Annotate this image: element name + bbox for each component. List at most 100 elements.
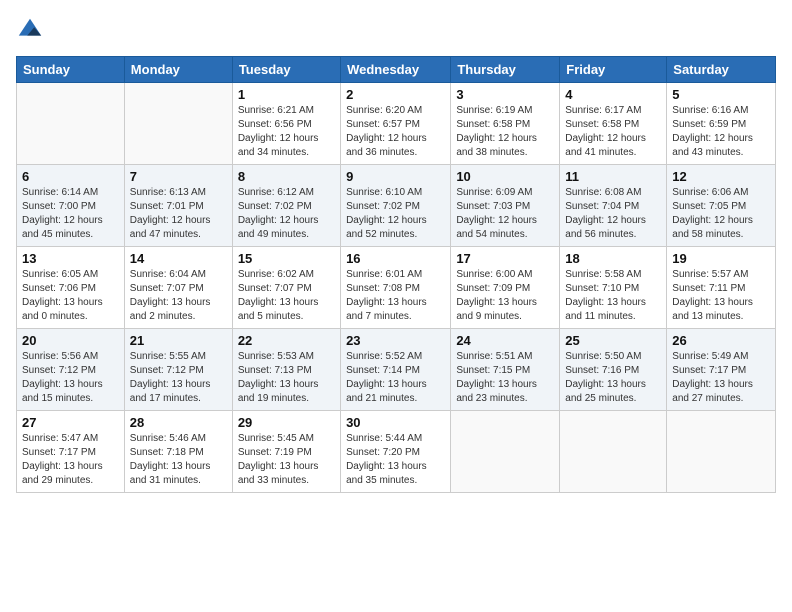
day-number: 23 <box>346 333 445 348</box>
day-cell: 29Sunrise: 5:45 AMSunset: 7:19 PMDayligh… <box>232 411 340 493</box>
day-info: Sunrise: 6:01 AMSunset: 7:08 PMDaylight:… <box>346 268 445 324</box>
day-cell <box>17 83 125 165</box>
weekday-header-thursday: Thursday <box>451 57 560 83</box>
day-number: 7 <box>130 169 227 184</box>
day-number: 14 <box>130 251 227 266</box>
weekday-header-sunday: Sunday <box>17 57 125 83</box>
day-info: Sunrise: 5:44 AMSunset: 7:20 PMDaylight:… <box>346 432 445 488</box>
day-cell: 26Sunrise: 5:49 AMSunset: 7:17 PMDayligh… <box>667 329 776 411</box>
day-cell: 21 Sunrise: 5:55 AMSunset: 7:12 PMDayligh… <box>124 329 232 411</box>
day-info: Sunrise: 6:05 AMSunset: 7:06 PMDaylight:… <box>22 268 119 324</box>
day-cell: 20 Sunrise: 5:56 AMSunset: 7:12 PMDayligh… <box>17 329 125 411</box>
day-cell: 12 Sunrise: 6:06 AMSunset: 7:05 PMDayligh… <box>667 165 776 247</box>
weekday-header-friday: Friday <box>560 57 667 83</box>
day-cell: 18 Sunrise: 5:58 AMSunset: 7:10 PMDayligh… <box>560 247 667 329</box>
day-info: Sunrise: 6:14 AMSunset: 7:00 PMDaylight:… <box>22 186 119 242</box>
day-cell: 7 Sunrise: 6:13 AMSunset: 7:01 PMDaylight… <box>124 165 232 247</box>
day-number: 11 <box>565 169 661 184</box>
weekday-header-monday: Monday <box>124 57 232 83</box>
day-number: 1 <box>238 87 335 102</box>
day-number: 12 <box>672 169 770 184</box>
day-number: 8 <box>238 169 335 184</box>
day-cell: 28 Sunrise: 5:46 AMSunset: 7:18 PMDayligh… <box>124 411 232 493</box>
day-info: Sunrise: 6:00 AMSunset: 7:09 PMDaylight:… <box>456 268 554 324</box>
day-info: Sunrise: 6:21 AMSunset: 6:56 PMDaylight:… <box>238 104 335 160</box>
day-number: 20 <box>22 333 119 348</box>
day-cell <box>124 83 232 165</box>
day-number: 16 <box>346 251 445 266</box>
day-info: Sunrise: 6:19 AMSunset: 6:58 PMDaylight:… <box>456 104 554 160</box>
day-info: Sunrise: 6:12 AMSunset: 7:02 PMDaylight:… <box>238 186 335 242</box>
day-cell: 6 Sunrise: 6:14 AMSunset: 7:00 PMDaylight… <box>17 165 125 247</box>
day-info: Sunrise: 6:06 AMSunset: 7:05 PMDaylight:… <box>672 186 770 242</box>
day-number: 3 <box>456 87 554 102</box>
day-info: Sunrise: 5:46 AMSunset: 7:18 PMDaylight:… <box>130 432 227 488</box>
day-cell: 14 Sunrise: 6:04 AMSunset: 7:07 PMDayligh… <box>124 247 232 329</box>
day-cell: 3 Sunrise: 6:19 AMSunset: 6:58 PMDaylight… <box>451 83 560 165</box>
logo <box>16 16 46 44</box>
day-cell: 17 Sunrise: 6:00 AMSunset: 7:09 PMDayligh… <box>451 247 560 329</box>
day-cell <box>667 411 776 493</box>
day-cell: 23 Sunrise: 5:52 AMSunset: 7:14 PMDayligh… <box>341 329 451 411</box>
day-number: 26 <box>672 333 770 348</box>
day-info: Sunrise: 5:53 AMSunset: 7:13 PMDaylight:… <box>238 350 335 406</box>
day-cell: 11Sunrise: 6:08 AMSunset: 7:04 PMDayligh… <box>560 165 667 247</box>
day-cell <box>560 411 667 493</box>
day-info: Sunrise: 6:10 AMSunset: 7:02 PMDaylight:… <box>346 186 445 242</box>
day-cell: 25 Sunrise: 5:50 AMSunset: 7:16 PMDayligh… <box>560 329 667 411</box>
day-cell: 1 Sunrise: 6:21 AMSunset: 6:56 PMDaylight… <box>232 83 340 165</box>
day-cell: 19 Sunrise: 5:57 AMSunset: 7:11 PMDayligh… <box>667 247 776 329</box>
day-number: 6 <box>22 169 119 184</box>
day-cell: 16 Sunrise: 6:01 AMSunset: 7:08 PMDayligh… <box>341 247 451 329</box>
week-row-2: 6 Sunrise: 6:14 AMSunset: 7:00 PMDaylight… <box>17 165 776 247</box>
calendar-table: SundayMondayTuesdayWednesdayThursdayFrid… <box>16 56 776 493</box>
day-number: 10 <box>456 169 554 184</box>
day-cell: 30Sunrise: 5:44 AMSunset: 7:20 PMDayligh… <box>341 411 451 493</box>
logo-icon <box>16 16 44 44</box>
day-info: Sunrise: 5:51 AMSunset: 7:15 PMDaylight:… <box>456 350 554 406</box>
day-cell: 27 Sunrise: 5:47 AMSunset: 7:17 PMDayligh… <box>17 411 125 493</box>
day-info: Sunrise: 5:57 AMSunset: 7:11 PMDaylight:… <box>672 268 770 324</box>
day-info: Sunrise: 5:55 AMSunset: 7:12 PMDaylight:… <box>130 350 227 406</box>
day-number: 18 <box>565 251 661 266</box>
day-number: 24 <box>456 333 554 348</box>
week-row-1: 1 Sunrise: 6:21 AMSunset: 6:56 PMDaylight… <box>17 83 776 165</box>
day-number: 4 <box>565 87 661 102</box>
day-number: 13 <box>22 251 119 266</box>
day-number: 22 <box>238 333 335 348</box>
day-info: Sunrise: 6:02 AMSunset: 7:07 PMDaylight:… <box>238 268 335 324</box>
day-info: Sunrise: 5:52 AMSunset: 7:14 PMDaylight:… <box>346 350 445 406</box>
day-info: Sunrise: 5:47 AMSunset: 7:17 PMDaylight:… <box>22 432 119 488</box>
day-number: 15 <box>238 251 335 266</box>
header <box>16 16 776 44</box>
day-info: Sunrise: 6:20 AMSunset: 6:57 PMDaylight:… <box>346 104 445 160</box>
day-cell: 13 Sunrise: 6:05 AMSunset: 7:06 PMDayligh… <box>17 247 125 329</box>
day-cell: 22 Sunrise: 5:53 AMSunset: 7:13 PMDayligh… <box>232 329 340 411</box>
day-info: Sunrise: 6:13 AMSunset: 7:01 PMDaylight:… <box>130 186 227 242</box>
day-info: Sunrise: 6:04 AMSunset: 7:07 PMDaylight:… <box>130 268 227 324</box>
day-number: 21 <box>130 333 227 348</box>
weekday-header-wednesday: Wednesday <box>341 57 451 83</box>
weekday-header-tuesday: Tuesday <box>232 57 340 83</box>
day-number: 5 <box>672 87 770 102</box>
week-row-4: 20 Sunrise: 5:56 AMSunset: 7:12 PMDayligh… <box>17 329 776 411</box>
week-row-3: 13 Sunrise: 6:05 AMSunset: 7:06 PMDayligh… <box>17 247 776 329</box>
day-info: Sunrise: 5:45 AMSunset: 7:19 PMDaylight:… <box>238 432 335 488</box>
day-info: Sunrise: 6:17 AMSunset: 6:58 PMDaylight:… <box>565 104 661 160</box>
day-cell: 15 Sunrise: 6:02 AMSunset: 7:07 PMDayligh… <box>232 247 340 329</box>
week-row-5: 27 Sunrise: 5:47 AMSunset: 7:17 PMDayligh… <box>17 411 776 493</box>
weekday-header-saturday: Saturday <box>667 57 776 83</box>
day-cell: 2Sunrise: 6:20 AMSunset: 6:57 PMDaylight… <box>341 83 451 165</box>
day-info: Sunrise: 5:56 AMSunset: 7:12 PMDaylight:… <box>22 350 119 406</box>
day-cell: 9Sunrise: 6:10 AMSunset: 7:02 PMDaylight… <box>341 165 451 247</box>
day-cell: 4 Sunrise: 6:17 AMSunset: 6:58 PMDaylight… <box>560 83 667 165</box>
day-cell: 8 Sunrise: 6:12 AMSunset: 7:02 PMDaylight… <box>232 165 340 247</box>
day-number: 17 <box>456 251 554 266</box>
day-number: 19 <box>672 251 770 266</box>
day-info: Sunrise: 6:09 AMSunset: 7:03 PMDaylight:… <box>456 186 554 242</box>
day-info: Sunrise: 5:58 AMSunset: 7:10 PMDaylight:… <box>565 268 661 324</box>
day-info: Sunrise: 5:50 AMSunset: 7:16 PMDaylight:… <box>565 350 661 406</box>
day-number: 28 <box>130 415 227 430</box>
day-number: 25 <box>565 333 661 348</box>
day-number: 27 <box>22 415 119 430</box>
